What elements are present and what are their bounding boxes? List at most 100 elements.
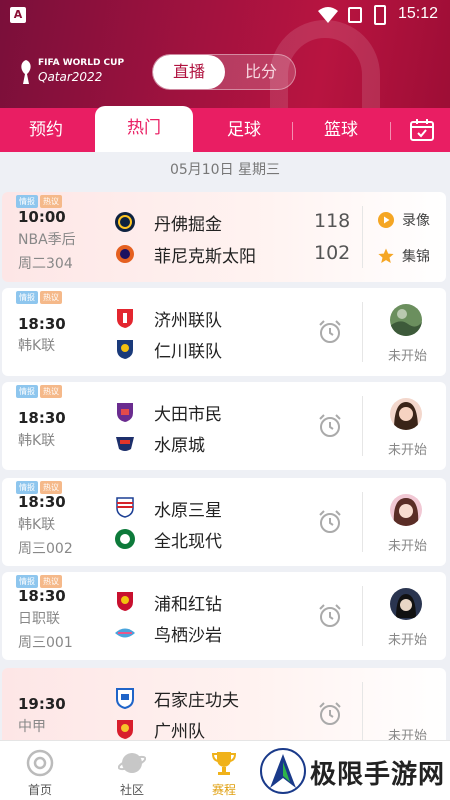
- host-avatar[interactable]: [390, 304, 422, 336]
- intel-tag: 情报: [16, 385, 38, 398]
- segment-score[interactable]: 比分: [225, 55, 297, 89]
- team-logo-suwon-fc: [116, 437, 134, 451]
- match-card[interactable]: 情报 热议 18:30 韩K联 济州联队 仁川联队 未开始: [2, 288, 446, 376]
- team-logo-tosu: [115, 628, 135, 638]
- battery-icon: [374, 5, 386, 25]
- watermark-logo: [260, 748, 306, 794]
- away-team: 广州队: [154, 722, 205, 742]
- nav-schedule[interactable]: 赛程: [194, 741, 254, 800]
- star-icon: [378, 248, 394, 263]
- match-league: 韩K联: [18, 338, 56, 354]
- hot-tag: 热议: [40, 385, 62, 398]
- world-cup-trophy-icon: [21, 60, 31, 84]
- calendar-icon[interactable]: [410, 119, 434, 141]
- home-icon: [26, 749, 54, 777]
- match-code: 周三002: [18, 541, 73, 557]
- nav-community[interactable]: 社区: [102, 741, 162, 800]
- segment-live[interactable]: 直播: [153, 55, 225, 89]
- no-sim-icon: [348, 7, 362, 23]
- card-divider: [362, 302, 363, 362]
- match-league: 中甲: [18, 719, 46, 735]
- tab-hot[interactable]: 热门: [95, 106, 193, 152]
- match-code: 周二304: [18, 256, 73, 272]
- home-team: 济州联队: [154, 311, 222, 331]
- tab-football[interactable]: 足球: [196, 108, 292, 152]
- card-divider: [362, 206, 363, 268]
- card-divider: [362, 396, 363, 456]
- match-time: 10:00: [18, 208, 66, 226]
- match-time: 18:30: [18, 409, 66, 427]
- home-team: 石家庄功夫: [154, 691, 239, 711]
- team-logo-guangzhou: [117, 720, 133, 739]
- tab-reserve[interactable]: 预约: [0, 108, 92, 152]
- category-tabs: 预约 热门 足球 篮球: [0, 106, 450, 152]
- alarm-clock-icon[interactable]: [318, 320, 342, 344]
- card-divider: [362, 682, 363, 742]
- match-code: 周三001: [18, 635, 73, 651]
- match-league: 韩K联: [18, 517, 56, 533]
- match-time: 18:30: [18, 315, 66, 333]
- match-card[interactable]: 情报 热议 18:30 日职联 周三001 浦和红钻 鸟栖沙岩 未开始: [2, 572, 446, 660]
- card-divider: [362, 492, 363, 552]
- card-divider: [362, 586, 363, 646]
- nav-home[interactable]: 首页: [10, 741, 70, 800]
- tab-divider: [390, 122, 391, 140]
- away-team: 仁川联队: [154, 342, 222, 362]
- alarm-clock-icon[interactable]: [318, 604, 342, 628]
- intel-tag: 情报: [16, 291, 38, 304]
- match-card[interactable]: 情报 热议 18:30 韩K联 大田市民 水原城 未开始: [2, 382, 446, 470]
- match-time: 19:30: [18, 695, 66, 713]
- intel-tag: 情报: [16, 195, 38, 208]
- home-team: 大田市民: [154, 405, 222, 425]
- home-score: 118: [314, 210, 351, 232]
- hot-tag: 热议: [40, 291, 62, 304]
- away-team: 鸟栖沙岩: [154, 626, 222, 646]
- live-score-toggle: 直播 比分: [152, 54, 296, 90]
- team-logo-nuggets: [115, 212, 135, 232]
- highlights-label: 集锦: [402, 249, 430, 265]
- logo-text-line2: Qatar2022: [38, 70, 103, 84]
- match-status: 未开始: [388, 633, 428, 648]
- match-status: 未开始: [388, 349, 428, 364]
- home-team: 浦和红钻: [154, 595, 222, 615]
- alarm-clock-icon[interactable]: [318, 510, 342, 534]
- app-notification-icon: A: [10, 7, 26, 23]
- hot-tag: 热议: [40, 195, 62, 208]
- match-league: 韩K联: [18, 433, 56, 449]
- world-cup-logo: FIFA WORLD CUP Qatar2022: [18, 56, 124, 92]
- alarm-clock-icon[interactable]: [318, 702, 342, 726]
- home-team: 丹佛掘金: [154, 215, 222, 235]
- community-icon: [118, 753, 146, 773]
- team-logo-shijiazhuang: [116, 688, 134, 709]
- team-logo-jeonbuk: [115, 529, 135, 549]
- status-time: 15:12: [398, 5, 439, 22]
- nav-home-label: 首页: [27, 783, 52, 797]
- match-league: NBA季后: [18, 232, 76, 248]
- team-logo-suns: [116, 245, 134, 263]
- host-avatar[interactable]: [390, 398, 422, 430]
- trophy-icon: [211, 752, 237, 775]
- host-avatar[interactable]: [390, 494, 422, 526]
- team-logo-daejeon: [117, 403, 133, 422]
- logo-text-line1: FIFA WORLD CUP: [38, 58, 125, 68]
- team-logo-urawa: [117, 592, 133, 611]
- match-time: 18:30: [18, 587, 66, 605]
- status-bar: A 15:12: [0, 0, 450, 30]
- match-card[interactable]: 情报 热议 10:00 NBA季后 周二304 丹佛掘金 118 菲尼克斯太阳 …: [2, 192, 446, 282]
- nav-community-label: 社区: [119, 783, 144, 797]
- host-avatar[interactable]: [390, 588, 422, 620]
- wifi-icon: [318, 7, 338, 23]
- away-score: 102: [314, 242, 351, 264]
- team-logo-incheon: [117, 340, 133, 359]
- team-logo-jeju: [117, 309, 133, 328]
- home-team: 水原三星: [154, 501, 222, 521]
- tab-basketball[interactable]: 篮球: [293, 108, 389, 152]
- away-team: 全北现代: [154, 532, 222, 552]
- match-status: 未开始: [388, 539, 428, 554]
- alarm-clock-icon[interactable]: [318, 414, 342, 438]
- away-team: 水原城: [154, 436, 205, 456]
- nav-schedule-label: 赛程: [211, 783, 236, 797]
- watermark-text: 极限手游网: [310, 760, 446, 790]
- away-team: 菲尼克斯太阳: [154, 247, 256, 267]
- match-card[interactable]: 情报 热议 18:30 韩K联 周三002 水原三星 全北现代 未开始: [2, 478, 446, 566]
